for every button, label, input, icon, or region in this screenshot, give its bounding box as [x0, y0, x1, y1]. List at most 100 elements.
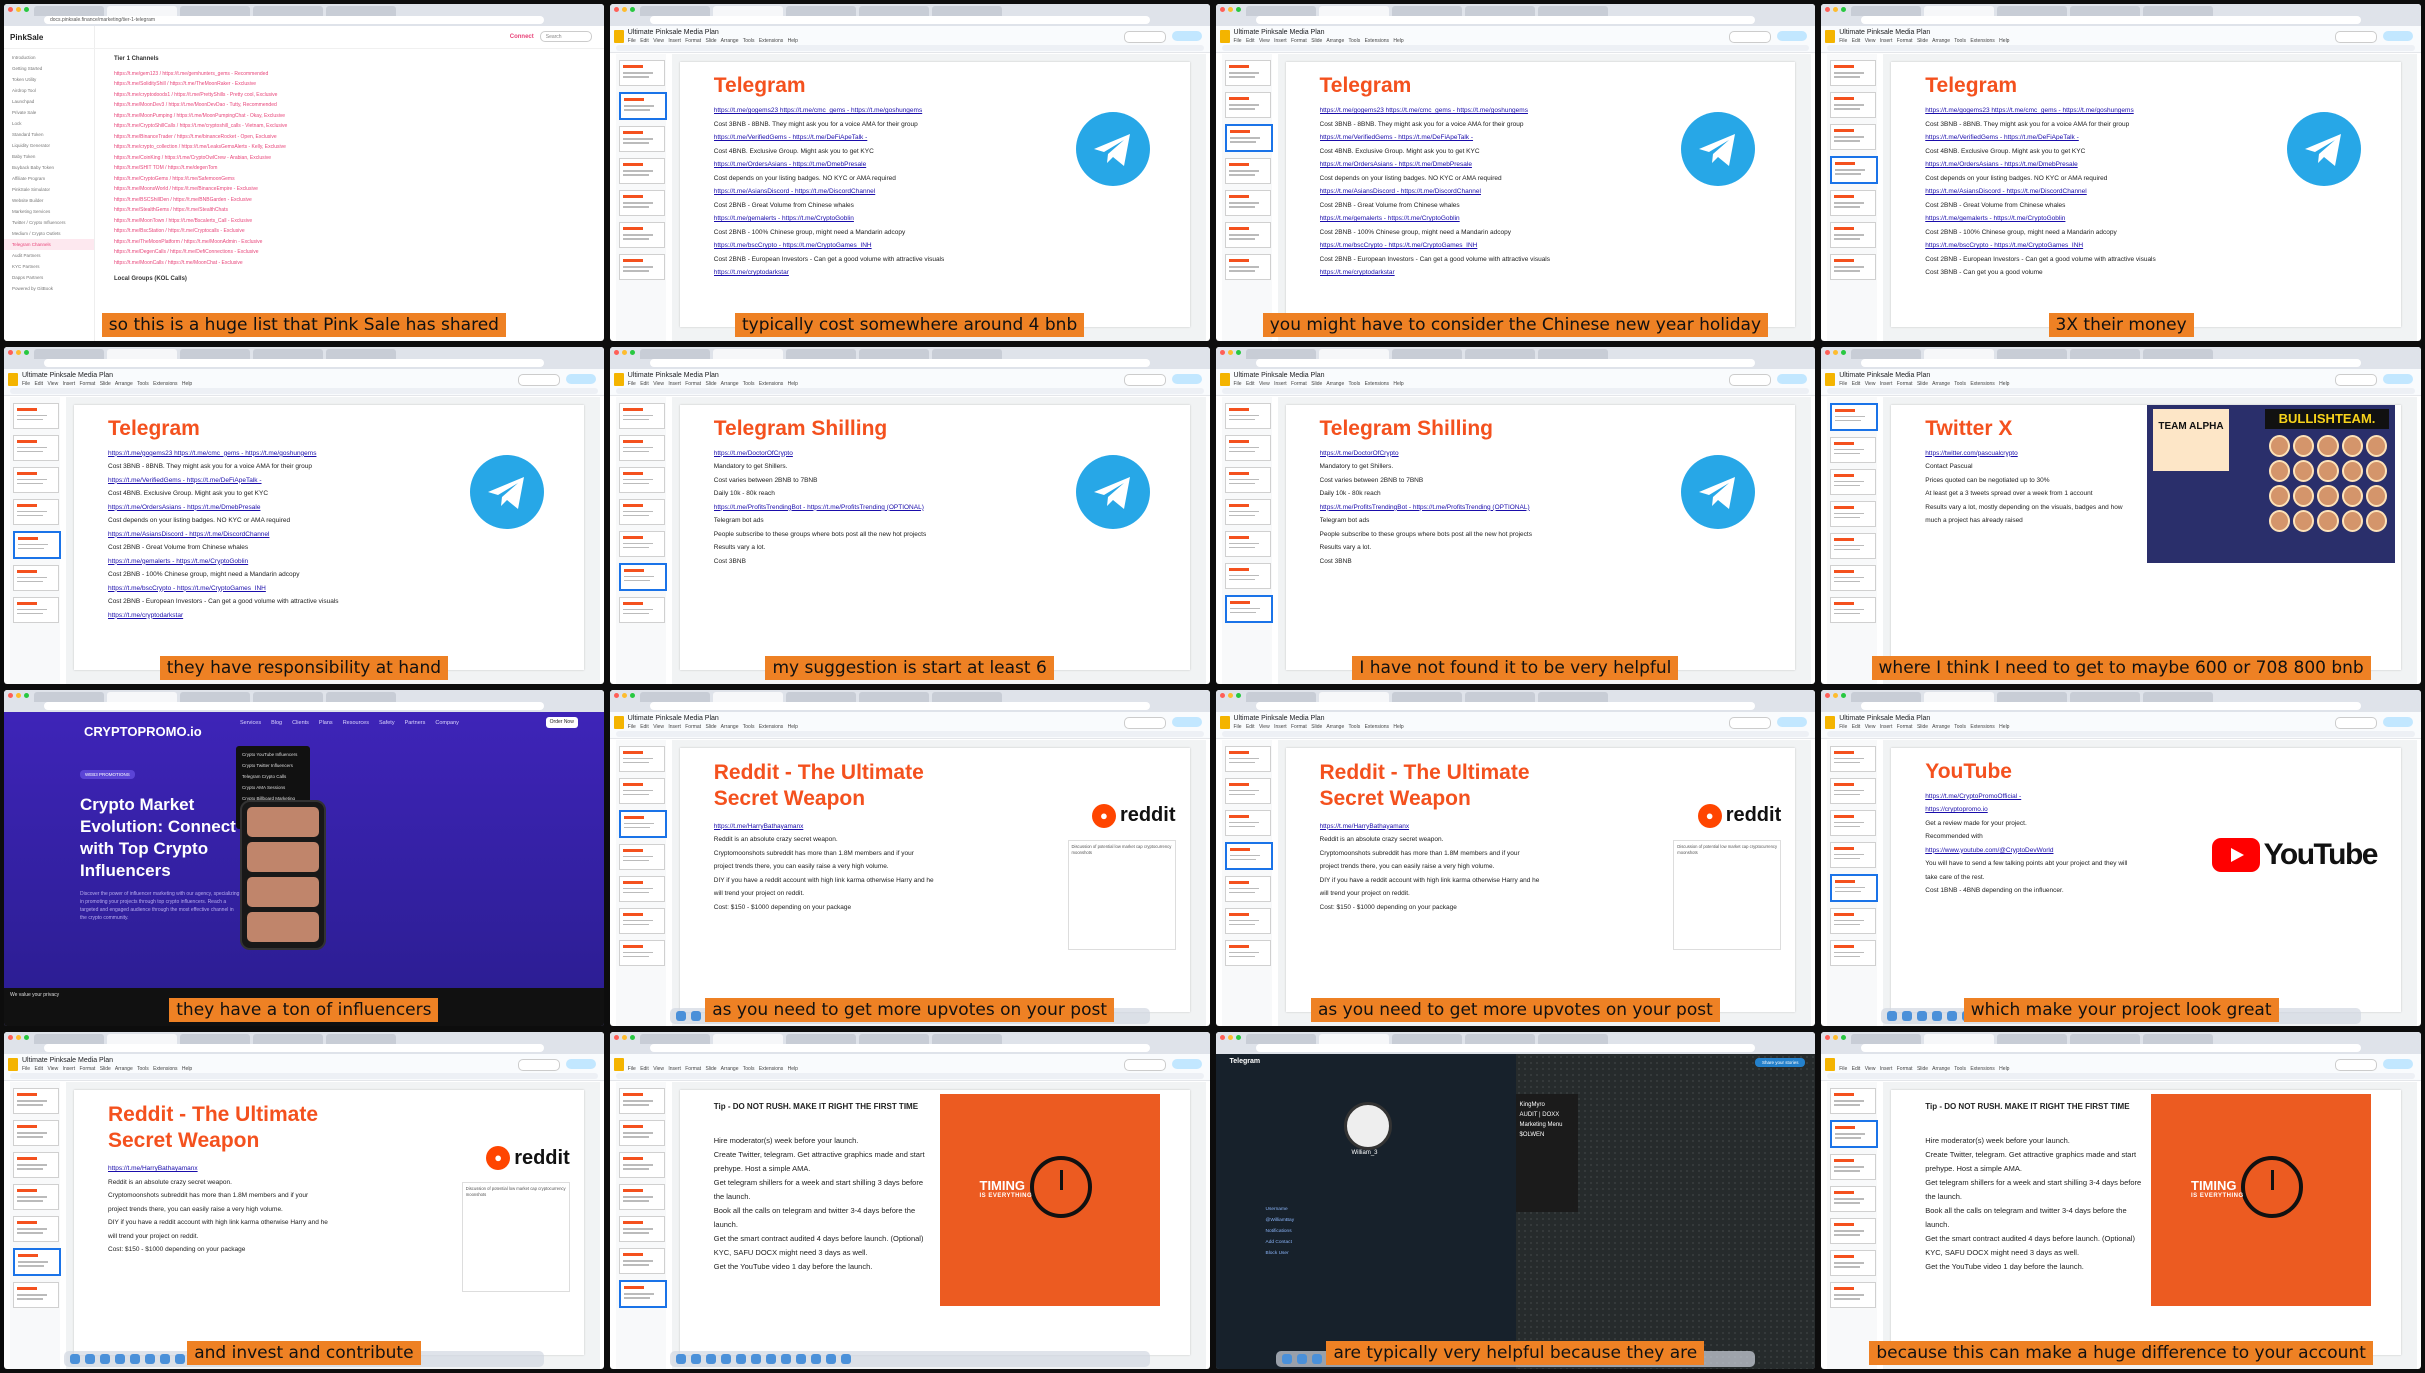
browser-tab[interactable]	[1391, 1034, 1462, 1045]
slide-thumbnail[interactable]	[618, 158, 665, 184]
address-bar[interactable]	[1861, 358, 2361, 367]
slide-link[interactable]: https://t.me/AsiansDiscord - https://t.m…	[108, 528, 368, 542]
sidebar-item[interactable]: PinkSale Simulator	[4, 184, 94, 195]
browser-tab[interactable]	[34, 1034, 104, 1045]
address-bar[interactable]	[649, 701, 1150, 710]
share-button[interactable]	[1171, 716, 1202, 727]
slide-thumbnail[interactable]	[1830, 124, 1877, 150]
slide-thumbnail[interactable]	[1830, 564, 1877, 591]
minimize-dot[interactable]	[1227, 349, 1233, 355]
dock-app-icon[interactable]	[765, 1354, 776, 1364]
share-button[interactable]	[565, 1059, 596, 1070]
slide-link[interactable]: https://t.me/OrdersAsians - https://t.me…	[1320, 158, 1580, 172]
channel-list-item[interactable]: https://t.me/CryptoGems / https://t.me/S…	[114, 174, 564, 185]
slide-thumbnail[interactable]	[1224, 875, 1271, 902]
slide-link[interactable]: https://t.me/AsiansDiscord - https://t.m…	[1320, 185, 1580, 199]
menu-bar[interactable]: File Edit View Insert Format Slide Arran…	[22, 381, 192, 387]
minimize-dot[interactable]	[16, 692, 21, 698]
slide-thumbnail[interactable]	[618, 875, 665, 902]
slide-link[interactable]: https://t.me/bscCrypto - https://t.me/Cr…	[108, 582, 368, 596]
slide-thumbnail[interactable]	[1830, 402, 1879, 431]
maximize-dot[interactable]	[24, 7, 29, 12]
slide-thumbnail[interactable]	[13, 1152, 59, 1179]
slide-link[interactable]: https://t.me/OrdersAsians - https://t.me…	[108, 501, 368, 515]
browser-tab[interactable]	[2143, 691, 2214, 702]
address-bar[interactable]	[649, 1044, 1150, 1053]
minimize-dot[interactable]	[1227, 7, 1233, 12]
slide-thumbnail[interactable]	[1224, 841, 1273, 870]
slide-link[interactable]: https://t.me/VerifiedGems - https://t.me…	[108, 474, 368, 488]
slide-thumbnail[interactable]	[13, 466, 59, 493]
dock-app-icon[interactable]	[750, 1354, 761, 1364]
slides-logo-icon[interactable]	[8, 1058, 18, 1072]
slide-thumbnail[interactable]	[1830, 1120, 1879, 1149]
browser-tab[interactable]	[1537, 6, 1608, 16]
browser-tab[interactable]	[712, 348, 783, 359]
slide-thumbnail[interactable]	[618, 1120, 665, 1147]
menu-bar[interactable]: File Edit View Insert Format Slide Arran…	[628, 38, 798, 44]
slides-logo-icon[interactable]	[1825, 715, 1836, 729]
browser-tab[interactable]	[1464, 691, 1535, 702]
browser-tab[interactable]	[1245, 348, 1316, 359]
browser-tab[interactable]	[858, 691, 929, 702]
slide-thumbnail[interactable]	[1830, 1186, 1877, 1213]
address-bar[interactable]	[44, 701, 544, 710]
slide-thumbnail[interactable]	[1224, 92, 1271, 118]
slide-thumbnail[interactable]	[13, 1282, 59, 1309]
slideshow-button[interactable]	[1729, 31, 1772, 43]
sidebar-item[interactable]: Introduction	[4, 52, 94, 63]
browser-tab[interactable]	[1537, 1034, 1608, 1045]
maximize-dot[interactable]	[629, 1035, 635, 1041]
slides-logo-icon[interactable]	[1825, 372, 1836, 386]
slide-thumbnail[interactable]	[618, 777, 665, 804]
slide-thumbnail[interactable]	[1830, 254, 1877, 280]
close-dot[interactable]	[8, 692, 13, 698]
nav-link[interactable]: Partners	[405, 720, 426, 726]
menu-bar[interactable]: File Edit View Insert Format Slide Arran…	[1234, 381, 1404, 387]
slide-thumbnail[interactable]	[1224, 254, 1271, 280]
browser-tab[interactable]	[253, 1034, 323, 1045]
slide-thumbnail[interactable]	[1224, 124, 1273, 152]
close-dot[interactable]	[1219, 1035, 1225, 1041]
browser-tab[interactable]	[1318, 348, 1389, 359]
browser-tab[interactable]	[639, 1034, 710, 1045]
slide-thumbnail[interactable]	[1830, 745, 1877, 772]
sidebar-item[interactable]: Dapps Partners	[4, 272, 94, 283]
channel-list-item[interactable]: https://t.me/MoonCalls / https://t.me/Mo…	[114, 258, 564, 269]
slideshow-button[interactable]	[2335, 1059, 2377, 1072]
browser-tab[interactable]	[326, 691, 396, 702]
slide-thumbnail[interactable]	[1830, 60, 1877, 86]
sidebar-item[interactable]: Standard Token	[4, 129, 94, 140]
slide-thumbnail[interactable]	[1830, 1250, 1877, 1277]
browser-tab[interactable]	[34, 348, 104, 359]
slideshow-button[interactable]	[1123, 716, 1166, 729]
slides-logo-icon[interactable]	[8, 372, 18, 386]
browser-tab[interactable]	[785, 1034, 856, 1045]
nav-link[interactable]: Services	[240, 720, 261, 726]
document-title[interactable]: Ultimate Pinksale Media Plan	[22, 372, 113, 379]
channel-list-item[interactable]: https://t.me/SHIT TOM / https://t.me/deg…	[114, 163, 564, 174]
browser-tab[interactable]	[107, 691, 177, 702]
slide-link[interactable]: https://t.me/gogems23 https://t.me/cmc_g…	[1320, 104, 1580, 118]
share-button[interactable]	[1777, 31, 1808, 41]
minimize-dot[interactable]	[621, 349, 627, 355]
document-title[interactable]: Ultimate Pinksale Media Plan	[1839, 372, 1930, 379]
slide-link[interactable]: https://t.me/HarryBathayamanx	[1320, 820, 1540, 834]
browser-tab[interactable]	[1924, 348, 1995, 359]
slide-thumbnail[interactable]	[618, 92, 667, 120]
slide-thumbnail[interactable]	[1224, 434, 1271, 461]
order-now-button[interactable]: Order Now	[545, 716, 578, 728]
slide-thumbnail[interactable]	[618, 254, 665, 280]
minimize-dot[interactable]	[621, 1035, 627, 1041]
slide-thumbnail[interactable]	[13, 402, 59, 429]
slide-thumbnail[interactable]	[618, 1184, 665, 1211]
slide-thumbnail[interactable]	[1830, 1154, 1877, 1181]
slides-logo-icon[interactable]	[613, 30, 624, 43]
slide-thumbnail[interactable]	[618, 60, 665, 86]
slide-link[interactable]: https://t.me/bscCrypto - https://t.me/Cr…	[714, 239, 974, 253]
formatting-toolbar[interactable]	[1827, 45, 2415, 51]
slide-link[interactable]: https://t.me/cryptodarkstar	[108, 609, 368, 623]
address-bar[interactable]	[44, 358, 544, 367]
address-bar[interactable]	[1255, 1044, 1756, 1053]
browser-tab[interactable]	[180, 348, 250, 359]
